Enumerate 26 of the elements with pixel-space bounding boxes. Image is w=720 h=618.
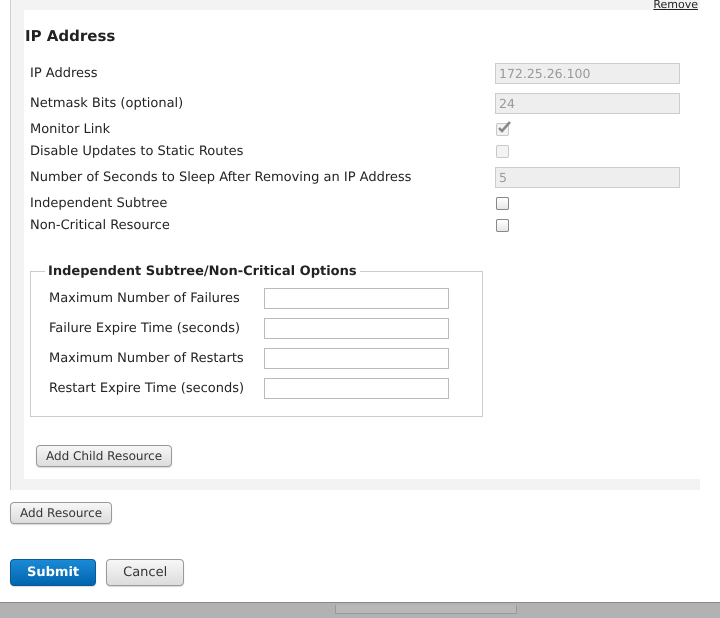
field-label: Monitor Link bbox=[30, 122, 112, 136]
field-label: Netmask Bits (optional) bbox=[30, 96, 184, 110]
field-label: Maximum Number of Failures bbox=[49, 290, 241, 306]
text-field[interactable] bbox=[264, 288, 449, 308]
group-title: Independent Subtree/Non-Critical Options bbox=[47, 264, 358, 279]
text-field[interactable] bbox=[264, 348, 449, 368]
field-label: Disable Updates to Static Routes bbox=[30, 144, 244, 158]
submit-button[interactable]: Submit bbox=[10, 559, 96, 586]
field-label: Restart Expire Time (seconds) bbox=[49, 380, 246, 396]
horizontal-scrollbar[interactable] bbox=[0, 602, 720, 618]
section-title: IP Address bbox=[25, 28, 116, 45]
add-resource-button[interactable]: Add Resource bbox=[10, 502, 112, 524]
cancel-button[interactable]: Cancel bbox=[106, 559, 184, 586]
field-label: Failure Expire Time (seconds) bbox=[49, 320, 242, 336]
field-label: Independent Subtree bbox=[30, 196, 168, 210]
field-label: Non-Critical Resource bbox=[30, 218, 171, 232]
field-label: Maximum Number of Restarts bbox=[49, 350, 245, 366]
checkbox[interactable] bbox=[496, 196, 509, 210]
text-field[interactable] bbox=[264, 318, 449, 338]
remove-link[interactable]: Remove bbox=[653, 0, 698, 10]
checkbox[interactable] bbox=[496, 218, 509, 232]
scrollbar-thumb[interactable] bbox=[335, 605, 517, 614]
add-child-resource-button[interactable]: Add Child Resource bbox=[36, 445, 172, 467]
field-label: Number of Seconds to Sleep After Removing an IP Address bbox=[30, 170, 412, 184]
field-label: IP Address bbox=[30, 66, 99, 80]
text-field[interactable] bbox=[264, 378, 449, 398]
